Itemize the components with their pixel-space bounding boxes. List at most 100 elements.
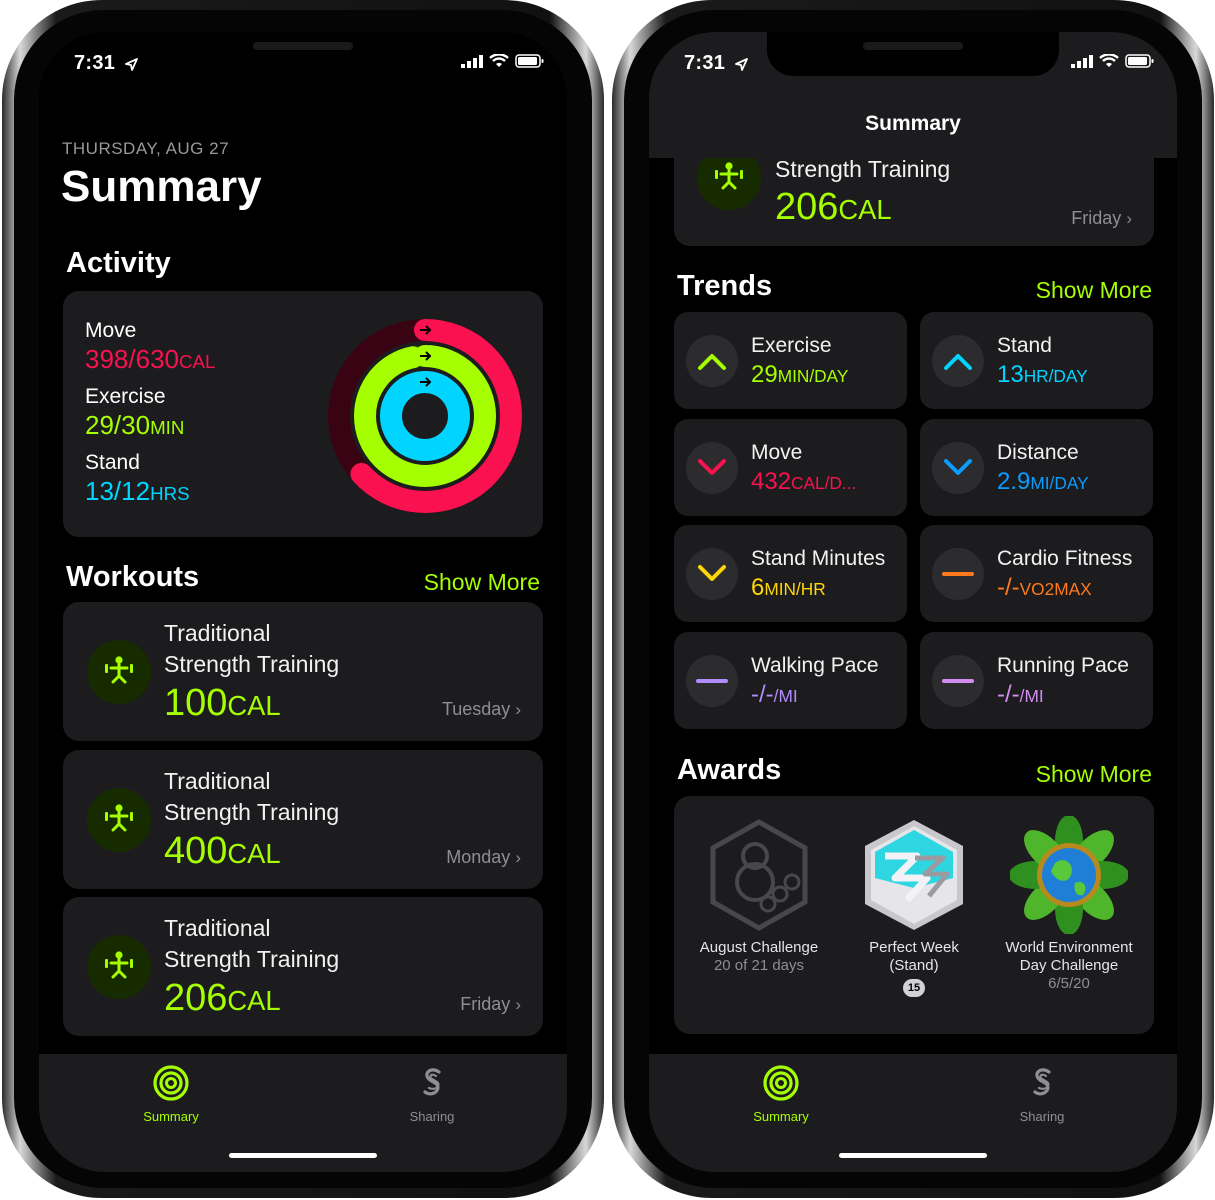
award-name: World Environment [1005, 939, 1133, 956]
awards-title: Awards [677, 754, 782, 786]
trend-tile-cardio-fitness[interactable]: Cardio Fitness -/-VO2MAX [920, 525, 1153, 622]
chevron-down-icon [686, 441, 738, 494]
date-label: THURSDAY, AUG 27 [62, 139, 230, 158]
trend-value: 29MIN/DAY [751, 361, 849, 388]
tab-sharing-label: Sharing [409, 1109, 455, 1124]
chevron-down-icon [932, 441, 984, 494]
dash-icon [932, 548, 984, 600]
exercise-stat: Exercise 29/30MIN [85, 385, 184, 441]
move-stat: Move 398/630CAL [85, 319, 215, 375]
trends-show-more-link[interactable]: Show More [1036, 277, 1152, 304]
trend-tile-exercise[interactable]: Exercise 29MIN/DAY [674, 312, 907, 409]
trend-tile-move[interactable]: Move 432CAL/D... [674, 418, 907, 516]
tab-summary[interactable]: Summary [721, 1064, 841, 1124]
nav-title: Summary [865, 112, 961, 135]
workout-calories: 206CAL [775, 186, 892, 228]
tab-summary-label: Summary [143, 1109, 199, 1124]
trend-value: -/-/MI [751, 680, 798, 708]
awards-card: August Challenge 20 of 21 days Perfect W… [674, 796, 1154, 1034]
stand-label: Stand [85, 451, 140, 474]
workout-title: Traditional Strength Training [164, 768, 340, 825]
home-indicator[interactable] [839, 1153, 987, 1158]
sharing-icon [423, 1068, 441, 1096]
world-environment-day-medal-icon [1009, 815, 1129, 935]
award-august-challenge[interactable]: August Challenge 20 of 21 days [684, 816, 834, 975]
status-time: 7:31 [74, 52, 116, 74]
speaker-grille [863, 42, 963, 50]
award-subtitle: Day Challenge [1019, 957, 1119, 974]
workout-title: Strength Training [775, 156, 951, 182]
workout-card[interactable]: Traditional Strength Training 206CAL Friday… [63, 897, 543, 1036]
workout-card[interactable]: Traditional Strength Training 400CAL Monday… [63, 750, 543, 889]
sharing-icon [1033, 1068, 1051, 1096]
trend-value: -/-/MI [997, 680, 1044, 708]
screen-summary-scrolled: 7:31 Summary Strength Training 206CAL Fr… [649, 32, 1177, 1172]
home-indicator[interactable] [229, 1153, 377, 1158]
activity-rings[interactable] [325, 316, 525, 516]
trend-name: Distance [997, 440, 1079, 464]
activity-rings-icon [153, 1065, 189, 1101]
award-subtitle: 20 of 21 days [713, 957, 805, 974]
stand-value: 13/12HRS [85, 476, 190, 506]
tab-sharing[interactable]: Sharing [982, 1064, 1102, 1124]
workout-calories: 206CAL [164, 977, 281, 1019]
tab-sharing-label: Sharing [1019, 1109, 1065, 1124]
dash-icon [932, 654, 984, 707]
workout-day: Friday › [460, 994, 521, 1014]
wifi-icon [1099, 54, 1119, 67]
award-count-badge: 15 [903, 979, 925, 997]
page-title: Summary [61, 162, 262, 211]
trend-value: -/-VO2MAX [997, 574, 1092, 601]
location-arrow-icon [125, 58, 138, 71]
strength-training-icon [87, 788, 151, 852]
workouts-show-more-link[interactable]: Show More [424, 569, 540, 596]
status-icons [461, 54, 545, 68]
speaker-grille [253, 42, 353, 50]
award-date: 6/5/20 [1048, 975, 1090, 992]
trend-tile-stand[interactable]: Stand 13HR/DAY [920, 312, 1153, 409]
workout-calories: 100CAL [164, 682, 281, 724]
trend-tile-distance[interactable]: Distance 2.9MI/DAY [920, 418, 1153, 516]
trend-tile-running-pace[interactable]: Running Pace -/-/MI [920, 631, 1153, 729]
exercise-value: 29/30MIN [85, 410, 185, 440]
trend-name: Exercise [751, 334, 832, 357]
awards-show-more-link[interactable]: Show More [1036, 761, 1152, 788]
tab-summary-label: Summary [753, 1109, 809, 1124]
tab-bar: Summary Sharing [39, 1054, 567, 1172]
phone-left: 7:31 THURSDAY, AUG 27 Summary Activity M… [2, 0, 604, 1200]
trend-value: 2.9MI/DAY [997, 467, 1089, 495]
award-perfect-week[interactable]: Perfect Week (Stand) 15 [839, 816, 989, 997]
cellular-signal-icon [1071, 54, 1093, 68]
battery-icon [515, 54, 544, 68]
trend-tile-walking-pace[interactable]: Walking Pace -/-/MI [674, 631, 907, 729]
status-icons [1071, 54, 1155, 68]
dash-icon [686, 654, 738, 707]
stand-stat: Stand 13/12HRS [85, 451, 190, 507]
workout-card[interactable]: Traditional Strength Training 100CAL Tuesda… [63, 602, 543, 741]
activity-title: Activity [66, 247, 171, 279]
status-time: 7:31 [684, 52, 726, 74]
tab-bar: Summary Sharing [649, 1054, 1177, 1172]
perfect-week-stand-medal-icon [865, 820, 963, 930]
exercise-label: Exercise [85, 385, 166, 408]
chevron-down-icon [686, 548, 738, 600]
strength-training-icon [87, 935, 151, 999]
cellular-signal-icon [461, 54, 483, 68]
tab-sharing[interactable]: Sharing [372, 1064, 492, 1124]
trend-tile-stand-minutes[interactable]: Stand Minutes 6MIN/HR [674, 525, 907, 622]
phone-right: 7:31 Summary Strength Training 206CAL Fr… [612, 0, 1214, 1200]
workout-day: Friday › [1071, 208, 1132, 228]
workouts-title: Workouts [66, 561, 200, 593]
tab-summary[interactable]: Summary [111, 1064, 231, 1124]
august-challenge-medal-icon [710, 819, 808, 931]
workout-title: Traditional Strength Training [164, 620, 340, 677]
workout-day: Monday › [446, 847, 521, 867]
award-subtitle: (Stand) [889, 957, 939, 974]
location-arrow-icon [735, 58, 748, 71]
award-world-environment-day[interactable]: World Environment Day Challenge 6/5/20 [994, 815, 1144, 993]
activity-card[interactable]: Move 398/630CAL Exercise 29/30MIN Stand … [63, 291, 543, 537]
move-value: 398/630CAL [85, 344, 216, 374]
trend-value: 6MIN/HR [751, 574, 826, 601]
move-label: Move [85, 319, 137, 342]
workout-calories: 400CAL [164, 830, 281, 872]
